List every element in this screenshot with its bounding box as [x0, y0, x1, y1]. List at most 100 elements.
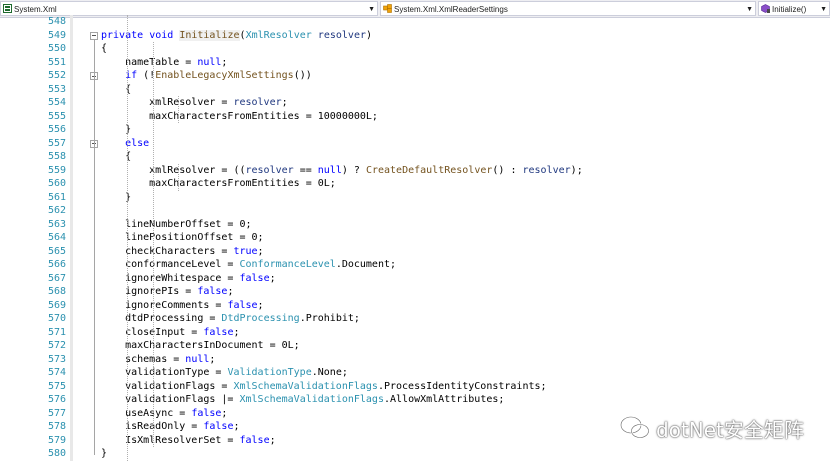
code-token: else	[125, 137, 150, 149]
code-token: XmlSchemaValidationFlags	[233, 380, 378, 392]
code-text: ignorePIs = false;	[101, 285, 233, 299]
code-line[interactable]: 571 closeInput = false;	[0, 326, 830, 340]
code-line[interactable]: 575 validationFlags = XmlSchemaValidatio…	[0, 380, 830, 394]
line-number: 569	[47, 299, 66, 311]
line-number: 558	[47, 151, 66, 162]
code-text: maxCharactersInDocument = 0L;	[101, 339, 300, 353]
code-line[interactable]: 569 ignoreComments = false;	[0, 299, 830, 313]
code-token: XmlSchemaValidationFlags	[239, 394, 384, 405]
code-token: ignoreComments =	[101, 299, 228, 311]
line-number: 570	[47, 313, 66, 324]
code-token: validationFlags |=	[101, 394, 240, 405]
code-token: resolver	[522, 164, 571, 176]
code-line[interactable]: 554 xmlResolver = resolver;	[0, 96, 830, 110]
code-line[interactable]: 564 linePositionOffset = 0;	[0, 231, 830, 245]
watermark-text: dotNet安全矩阵	[656, 417, 804, 442]
code-token: true	[233, 245, 258, 257]
code-line[interactable]: 566 conformanceLevel = ConformanceLevel.…	[0, 258, 830, 272]
collapse-icon[interactable]	[90, 31, 98, 40]
code-token: ;	[233, 421, 240, 432]
code-line[interactable]: 556 }	[0, 123, 830, 137]
code-line[interactable]: 558 {	[0, 150, 830, 164]
code-token: maxCharactersFromEntities = 10000000L;	[101, 110, 378, 122]
line-number: 574	[47, 367, 66, 378]
code-line[interactable]: 572 maxCharactersInDocument = 0L;	[0, 339, 830, 353]
code-line[interactable]: 560 maxCharactersFromEntities = 0L;	[0, 177, 830, 191]
code-token: () :	[492, 164, 523, 176]
code-line[interactable]: 573 schemas = null;	[0, 353, 830, 367]
code-line[interactable]: 551 nameTable = null;	[0, 56, 830, 70]
project-dropdown[interactable]: System.Xml ▼	[0, 1, 378, 16]
code-token: );	[570, 164, 583, 176]
member-label: Initialize()	[772, 5, 807, 14]
code-token: ConformanceLevel	[239, 259, 336, 270]
csharp-project-icon	[3, 4, 12, 14]
code-text: linePositionOffset = 0;	[101, 231, 263, 245]
line-number: 556	[47, 124, 66, 135]
code-text: xmlResolver = ((resolver == null) ? Crea…	[101, 164, 583, 178]
code-line[interactable]: 562	[0, 204, 830, 218]
code-token: ;	[257, 299, 264, 311]
code-token: resolver	[233, 97, 282, 108]
code-text: ignoreComments = false;	[101, 299, 264, 313]
code-line[interactable]: 580}	[0, 447, 830, 461]
line-number: 567	[47, 272, 66, 284]
code-token: useAsync =	[101, 407, 192, 419]
code-token: ())	[293, 70, 312, 81]
code-token: conformanceLevel =	[101, 259, 240, 270]
code-token: XmlResolver	[245, 29, 312, 41]
code-token: ignorePIs =	[101, 286, 198, 297]
code-line[interactable]: 570 dtdProcessing = DtdProcessing.Prohib…	[0, 312, 830, 326]
code-token: .Document;	[335, 259, 397, 270]
code-text: lineNumberOffset = 0;	[101, 218, 251, 232]
code-token: ignoreWhitespace =	[101, 272, 240, 284]
line-number: 555	[47, 110, 66, 122]
wechat-icon	[620, 416, 650, 439]
code-line[interactable]: 550 {	[0, 42, 830, 56]
indent-guide	[178, 96, 179, 123]
code-token: xmlResolver =	[101, 97, 234, 108]
code-line[interactable]: 549 private void Initialize(XmlResolver r…	[0, 29, 830, 43]
code-line[interactable]: 574 validationType = ValidationType.None…	[0, 366, 830, 380]
code-token: false	[239, 272, 270, 284]
code-token: .None;	[311, 367, 348, 378]
code-line[interactable]: 567 ignoreWhitespace = false;	[0, 272, 830, 286]
line-number: 554	[47, 97, 66, 108]
code-text: {	[101, 42, 107, 56]
code-line[interactable]: 565 checkCharacters = true;	[0, 245, 830, 259]
indent-guide	[153, 42, 154, 447]
line-number: 559	[47, 164, 66, 176]
code-token: Initialize	[179, 29, 240, 41]
code-text: conformanceLevel = ConformanceLevel.Docu…	[101, 258, 396, 272]
code-token: false	[239, 434, 270, 446]
code-token: IsXmlResolverSet =	[101, 434, 240, 446]
code-line[interactable]: 553 {	[0, 83, 830, 97]
code-token: ;	[269, 272, 276, 284]
code-token: false	[197, 286, 228, 297]
code-line[interactable]: 576 validationFlags |= XmlSchemaValidati…	[0, 393, 830, 407]
code-token: null	[185, 353, 210, 365]
code-line[interactable]: 568 ignorePIs = false;	[0, 285, 830, 299]
type-dropdown[interactable]: System.Xml.XmlReaderSettings ▼	[380, 1, 756, 16]
code-line[interactable]: 559 xmlResolver = ((resolver == null) ? …	[0, 164, 830, 178]
code-token: ;	[257, 245, 264, 257]
code-line[interactable]: 548	[0, 15, 830, 29]
line-number: 564	[47, 232, 66, 243]
code-editor[interactable]: 548 549 private void Initialize(XmlResolve…	[0, 15, 830, 463]
code-text: schemas = null;	[101, 353, 215, 367]
line-number: 552	[47, 70, 66, 81]
line-number: 562	[47, 205, 66, 216]
chevron-down-icon: ▼	[746, 6, 753, 13]
code-line[interactable]: 555 maxCharactersFromEntities = 10000000…	[0, 110, 830, 124]
code-line[interactable]: 552 if (!EnableLegacyXmlSettings())	[0, 69, 830, 83]
change-margin	[70, 15, 73, 461]
code-token: checkCharacters =	[101, 245, 234, 257]
member-dropdown[interactable]: Initialize() ▼	[758, 1, 830, 16]
fold-region-line	[94, 39, 95, 456]
code-line[interactable]: 561 }	[0, 191, 830, 205]
line-number: 578	[47, 421, 66, 432]
code-token: )	[366, 29, 373, 41]
code-line[interactable]: 557 else	[0, 137, 830, 151]
code-line[interactable]: 563 lineNumberOffset = 0;	[0, 218, 830, 232]
